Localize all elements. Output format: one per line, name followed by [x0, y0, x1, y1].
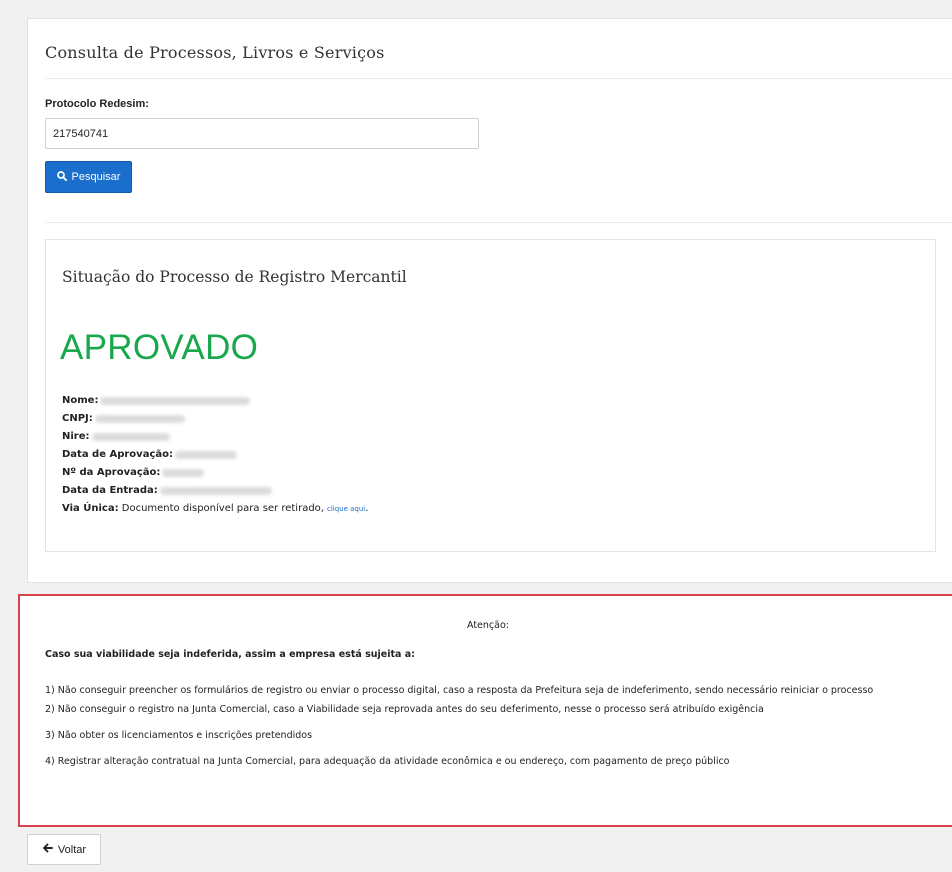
search-icon: [56, 170, 67, 184]
field-numero-aprovacao: Nº da Aprovação:: [62, 464, 368, 482]
redacted-value: [175, 451, 237, 459]
field-label: Nire:: [62, 431, 90, 442]
attention-box: Atenção: Caso sua viabilidade seja indef…: [18, 594, 952, 827]
field-label: Nº da Aprovação:: [62, 467, 161, 478]
via-unica-text: Documento disponível para ser retirado,: [121, 503, 324, 514]
page-title: Consulta de Processos, Livros e Serviços: [45, 43, 385, 62]
field-data-aprovacao: Data de Aprovação:: [62, 446, 368, 464]
divider: [45, 78, 952, 79]
protocol-input[interactable]: [45, 118, 479, 149]
field-label: Data de Aprovação:: [62, 449, 173, 460]
attention-heading: Caso sua viabilidade seja indeferida, as…: [45, 649, 415, 660]
search-button-label: Pesquisar: [71, 171, 121, 183]
list-item: 3) Não obter os licenciamentos e inscriç…: [45, 730, 313, 741]
field-label: CNPJ:: [62, 413, 93, 424]
search-button[interactable]: Pesquisar: [45, 161, 132, 193]
field-via-unica: Via Única: Documento disponível para ser…: [62, 500, 368, 518]
attention-list: 1) Não conseguir preencher os formulário…: [45, 684, 936, 781]
back-button-label: Voltar: [57, 843, 87, 856]
field-label: Data da Entrada:: [62, 485, 158, 496]
back-button[interactable]: Voltar: [27, 834, 101, 865]
consulta-panel: Consulta de Processos, Livros e Serviços…: [27, 18, 952, 583]
field-label: Via Única:: [62, 503, 119, 514]
list-item: 1) Não conseguir preencher os formulário…: [45, 685, 874, 696]
clique-aqui-link[interactable]: clique aqui: [327, 500, 365, 518]
redacted-value: [100, 397, 251, 405]
redacted-value: [159, 487, 272, 495]
via-unica-suffix: .: [365, 503, 369, 514]
result-title: Situação do Processo de Registro Mercant…: [62, 268, 407, 286]
status-badge: APROVADO: [60, 328, 259, 367]
field-cnpj: CNPJ:: [62, 410, 368, 428]
divider: [45, 222, 952, 223]
field-nome: Nome:: [62, 392, 368, 410]
attention-title: Atenção:: [467, 620, 509, 631]
field-data-entrada: Data da Entrada:: [62, 482, 368, 500]
list-item: 4) Registrar alteração contratual na Jun…: [45, 756, 730, 767]
redacted-value: [94, 415, 185, 423]
redacted-value: [162, 469, 205, 477]
arrow-left-icon: [42, 843, 53, 856]
list-item: 2) Não conseguir o registro na Junta Com…: [45, 704, 764, 715]
protocol-label: Protocolo Redesim:: [45, 98, 149, 110]
field-nire: Nire:: [62, 428, 368, 446]
field-label: Nome:: [62, 395, 99, 406]
result-box: Situação do Processo de Registro Mercant…: [45, 239, 936, 552]
result-info: Nome: CNPJ: Nire: Data de Aprovação: Nº …: [62, 392, 368, 518]
redacted-value: [91, 433, 170, 441]
